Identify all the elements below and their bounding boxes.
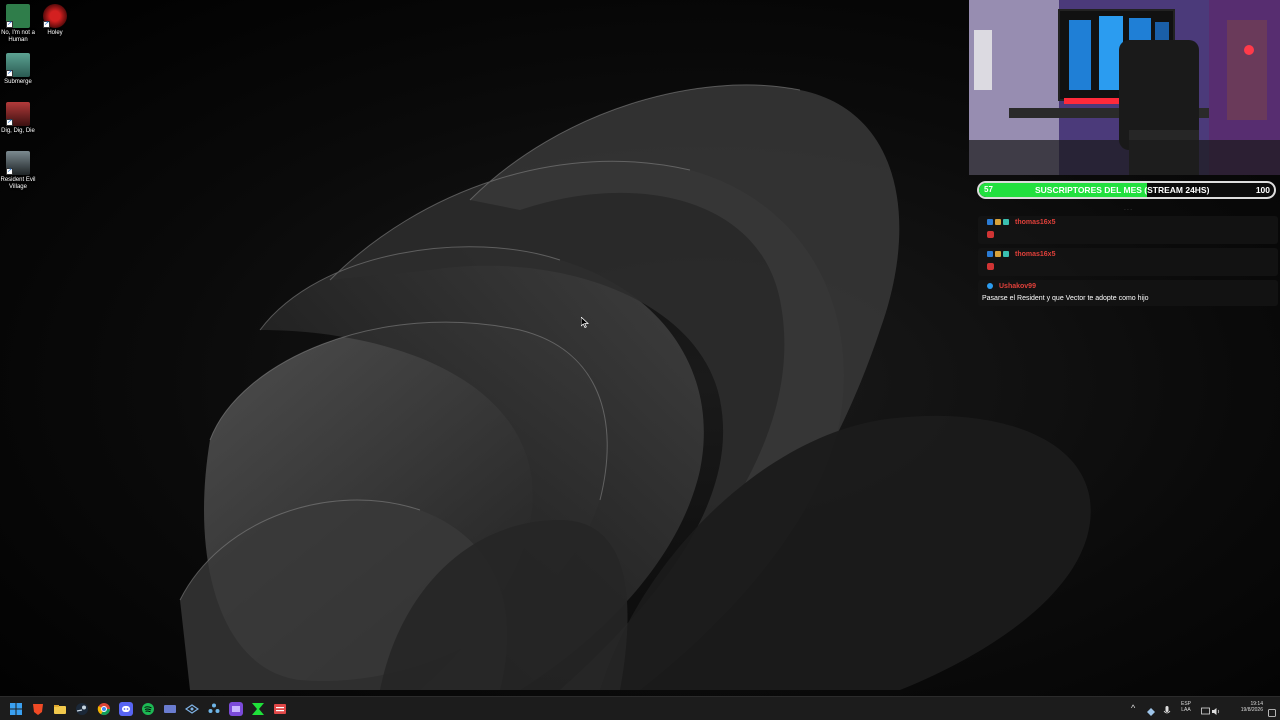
notification-bell-icon: [1268, 709, 1276, 717]
speaker-icon: [1212, 708, 1220, 715]
game-thumbnail-icon: ↗: [6, 102, 30, 126]
mouse-cursor-icon: [581, 317, 589, 328]
shortcut-arrow-icon: ↗: [6, 119, 13, 126]
desktop-icon-label: No, I'm not a Human: [1, 30, 35, 43]
sub-badge-icon: [995, 219, 1001, 225]
steam-icon: [76, 703, 88, 715]
taskbar-app-puzzle-button[interactable]: [207, 702, 221, 716]
gift-badge-icon: [1003, 219, 1009, 225]
chat-message: thomas16x5: [978, 216, 1278, 244]
desktop-icon-label: Resident Evil Village: [0, 177, 36, 190]
clock-date: 19/8/2026: [1240, 707, 1263, 713]
notifications-icon[interactable]: [1268, 704, 1276, 720]
taskbar-steam-button[interactable]: [75, 702, 89, 716]
windows-logo-icon: [10, 703, 22, 715]
clock[interactable]: 19:14 19/8/2026: [1227, 701, 1263, 713]
webcam-room-scene: [969, 0, 1280, 175]
desktop-icon-dig-dig-die[interactable]: ↗ Dig, Dig, Die: [0, 102, 36, 135]
shortcut-arrow-icon: ↗: [43, 21, 50, 28]
taskbar-spotify-button[interactable]: [141, 702, 155, 716]
chat-username: Ushakov99: [999, 282, 1036, 290]
taskbar-brave-button[interactable]: [31, 702, 45, 716]
verified-badge-icon: [987, 283, 993, 289]
start-button[interactable]: [9, 702, 23, 716]
webcam-feed: [969, 0, 1280, 175]
chat-message-text: Pasarse el Resident y que Vector te adop…: [982, 295, 1149, 302]
desktop-icon-holey[interactable]: ↗ Holey: [37, 4, 73, 37]
gift-badge-icon: [1003, 251, 1009, 257]
shortcut-arrow-icon: ↗: [6, 21, 13, 28]
wifi-monitor-icon: [1201, 707, 1210, 715]
chat-message-body: Pasarse el Resident y que Vector te adop…: [978, 292, 1278, 306]
language-region: LAA: [1181, 707, 1191, 713]
emote-icon: [987, 231, 994, 238]
prime-badge-icon: [987, 251, 993, 257]
desktop-icon-no-im-not-a-human[interactable]: ↗ No, I'm not a Human: [0, 4, 36, 44]
chrome-icon: [97, 703, 110, 716]
taskbar: ^ ESP LAA 19:14 19/8/2026: [0, 696, 1280, 720]
volume-icon[interactable]: [1212, 703, 1221, 720]
chat-message-header: thomas16x5: [978, 248, 1278, 260]
network-icon[interactable]: [1201, 703, 1210, 720]
puzzle-app-icon: [208, 703, 220, 713]
spotify-icon: [142, 703, 154, 715]
prime-badge-icon: [987, 219, 993, 225]
desktop-icon-label: Dig, Dig, Die: [1, 128, 35, 134]
discord-icon: [122, 706, 130, 712]
brave-lion-icon: [33, 704, 43, 715]
chat-message-header: Ushakov99: [978, 280, 1278, 292]
taskbar-app-purple-button[interactable]: [229, 702, 243, 716]
microphone-glyph-icon: [1163, 706, 1171, 714]
system-tray: ^ ESP LAA 19:14 19/8/2026: [1131, 697, 1280, 720]
subscriber-goal-bar: 57 SUSCRIPTORES DEL MES (STREAM 24HS) 10…: [977, 181, 1276, 199]
monitor-app-icon: [164, 705, 176, 713]
stream-chat: · · · thomas16x5 thomas16x5 Ushakov99 Pa…: [978, 207, 1278, 310]
chat-divider: · · ·: [1124, 207, 1132, 213]
red-app-icon: [274, 704, 286, 714]
chat-message: Ushakov99 Pasarse el Resident y que Vect…: [978, 280, 1278, 306]
game-thumbnail-icon: ↗: [6, 53, 30, 77]
subscriber-goal-title: SUSCRIPTORES DEL MES (STREAM 24HS): [1035, 185, 1210, 195]
taskbar-discord-button[interactable]: [119, 702, 133, 716]
sub-badge-icon: [995, 251, 1001, 257]
taskbar-app-red-button[interactable]: [273, 702, 287, 716]
chat-message: thomas16x5: [978, 248, 1278, 276]
game-thumbnail-icon: ↗: [6, 4, 30, 28]
green-app-icon: [252, 703, 264, 715]
taskbar-app-green-button[interactable]: [251, 702, 265, 716]
chat-message-body: [978, 260, 1278, 276]
desktop-icon-submerge[interactable]: ↗ Submerge: [0, 53, 36, 86]
tray-app-icon[interactable]: [1147, 703, 1155, 716]
folder-icon: [54, 705, 66, 714]
purple-app-icon: [232, 706, 240, 712]
chat-message-header: thomas16x5: [978, 216, 1278, 228]
tray-blue-icon: [1147, 708, 1155, 716]
microphone-icon[interactable]: [1163, 703, 1171, 714]
taskbar-file-explorer-button[interactable]: [53, 702, 67, 716]
taskbar-chrome-button[interactable]: [97, 702, 111, 716]
input-language-indicator[interactable]: ESP LAA: [1179, 701, 1193, 713]
desktop-icon-label: Holey: [47, 30, 63, 36]
subscriber-goal-target: 100: [1255, 185, 1270, 195]
chat-message-body: [978, 228, 1278, 244]
game-thumbnail-icon: ↗: [6, 151, 30, 175]
shortcut-arrow-icon: ↗: [6, 168, 13, 175]
game-thumbnail-icon: ↗: [43, 4, 67, 28]
show-hidden-icons-chevron-up-icon[interactable]: ^: [1131, 703, 1135, 713]
desktop-icon-resident-evil-village[interactable]: ↗ Resident Evil Village: [0, 151, 36, 191]
chat-username: thomas16x5: [1015, 250, 1056, 258]
taskbar-app-blue-button[interactable]: [163, 702, 177, 716]
chat-username: thomas16x5: [1015, 218, 1056, 226]
emote-icon: [987, 263, 994, 270]
subscriber-current-count: 57: [984, 185, 993, 194]
taskbar-app-network-button[interactable]: [184, 702, 200, 716]
desktop-icon-label: Submerge: [4, 79, 32, 85]
shortcut-arrow-icon: ↗: [6, 70, 13, 77]
network-app-icon: [184, 704, 200, 714]
